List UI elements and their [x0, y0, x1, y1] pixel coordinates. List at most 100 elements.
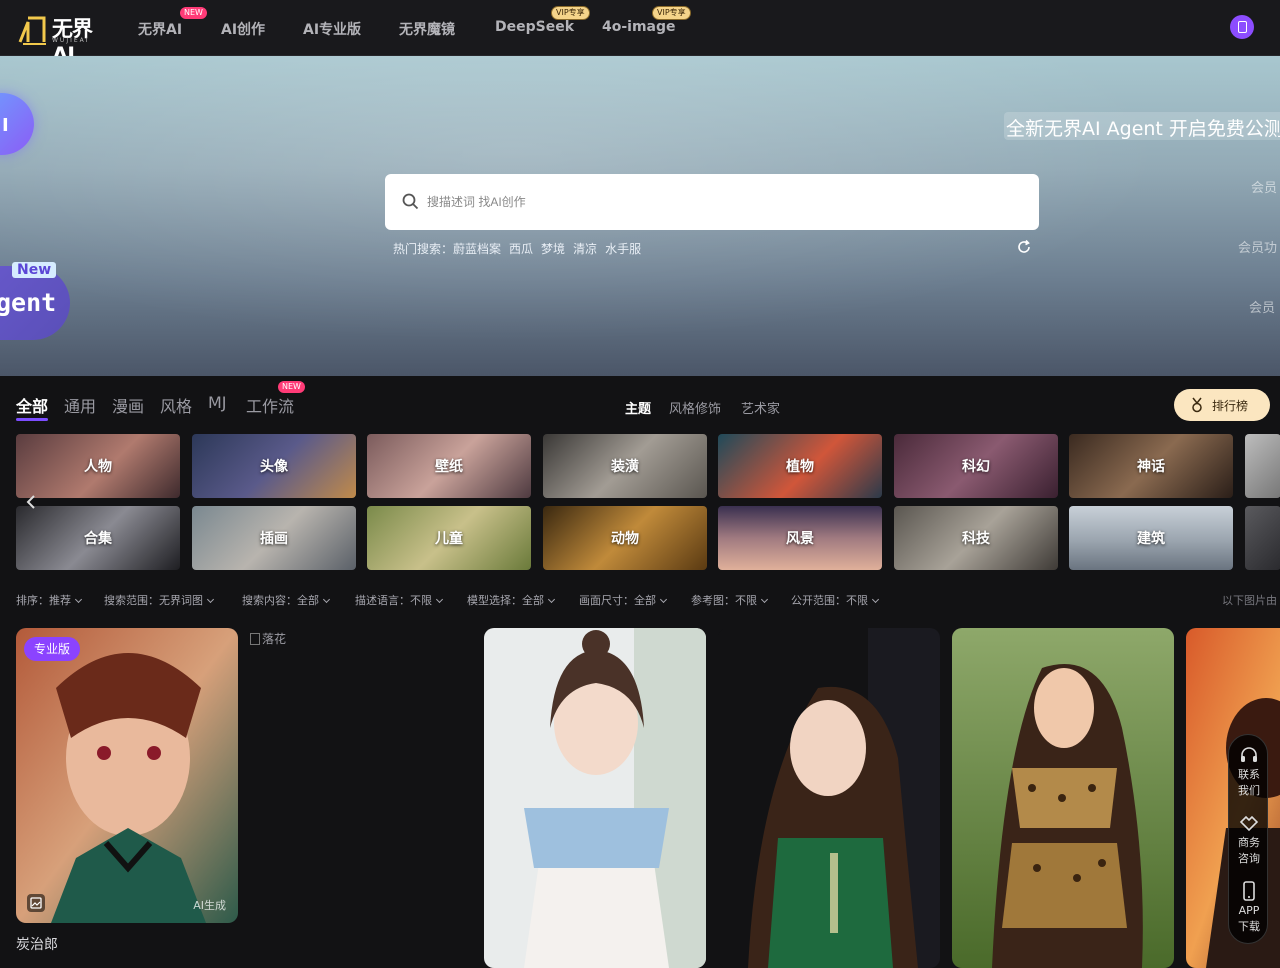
gallery-card[interactable] [484, 628, 706, 968]
tile-label: 人物 [84, 459, 112, 475]
nav-vip-badge: VIP专享 [551, 6, 590, 20]
filter-model[interactable]: 模型选择：全部 [467, 592, 556, 608]
logo-subtext: WUJIEAI [52, 37, 90, 44]
broken-image[interactable]: 落花 [250, 630, 286, 647]
tile-label: 建筑 [1137, 531, 1165, 547]
image-icon[interactable] [26, 893, 46, 913]
tile-plants[interactable]: 植物 [718, 434, 882, 498]
filter-label: 描述语言：不限 [355, 594, 432, 607]
tile-architecture[interactable]: 建筑 [1069, 506, 1233, 570]
search-bar [385, 174, 1039, 230]
agent-new-text: gent [0, 288, 57, 317]
tile-technology[interactable]: 科技 [894, 506, 1058, 570]
contact-us-button[interactable]: 联系我们 [1229, 745, 1269, 799]
tile-scifi[interactable]: 科幻 [894, 434, 1058, 498]
filter-label: 参考图：不限 [691, 594, 757, 607]
tile-label: 装潢 [611, 459, 639, 475]
nav-item-4o-image[interactable]: 4o-image [602, 19, 676, 35]
handshake-icon [1239, 815, 1259, 832]
pro-badge: 专业版 [24, 637, 81, 661]
tile-label: 合集 [84, 531, 112, 547]
tab-mj[interactable]: MJ [208, 393, 227, 412]
tab-new-badge: NEW [278, 381, 305, 393]
tile-wallpaper[interactable]: 壁纸 [367, 434, 531, 498]
filter-language[interactable]: 描述语言：不限 [355, 592, 444, 608]
filter-reference[interactable]: 参考图：不限 [691, 592, 769, 608]
nav-item-deepseek[interactable]: DeepSeek [495, 19, 574, 35]
app-download-label: APP下载 [1238, 904, 1260, 933]
leaderboard-button[interactable]: 排行榜 [1174, 389, 1270, 421]
tab-comic[interactable]: 漫画 [112, 393, 144, 417]
hot-search-tag[interactable]: 水手服 [605, 242, 641, 256]
filter-visibility[interactable]: 公开范围：不限 [791, 592, 880, 608]
filter-size[interactable]: 画面尺寸：全部 [579, 592, 668, 608]
tile-partial[interactable] [1245, 434, 1280, 498]
filter-label: 搜索内容：全部 [242, 594, 319, 607]
hot-search-tag[interactable]: 西瓜 [509, 242, 533, 256]
tile-avatar[interactable]: 头像 [192, 434, 356, 498]
gallery-card[interactable]: 专业版 AI生成 [16, 628, 238, 923]
hero-side-line: 会员 [1251, 181, 1278, 196]
ai-generated-label: AI生成 [193, 899, 226, 912]
filter-sort[interactable]: 排序：推荐 [16, 592, 83, 608]
business-inquiry-button[interactable]: 商务咨询 [1229, 813, 1269, 867]
tile-collection[interactable]: 合集 [16, 506, 180, 570]
chevron-left-icon[interactable] [20, 490, 44, 514]
subtab-artist[interactable]: 艺术家 [741, 398, 780, 417]
filter-content[interactable]: 搜索内容：全部 [242, 592, 331, 608]
hero-side-line: 会员 [1249, 301, 1276, 316]
subtab-theme[interactable]: 主题 [625, 398, 651, 417]
tab-all[interactable]: 全部 [16, 393, 48, 417]
tile-label: 插画 [260, 531, 288, 547]
hot-search-tag[interactable]: 梦境 [541, 242, 565, 256]
agent-new-badge: New [12, 262, 57, 278]
hot-searches: 热门搜索：蔚蓝档案 西瓜 梦境 清凉 水手服 [393, 240, 641, 257]
tile-label: 神话 [1137, 459, 1165, 475]
tab-style[interactable]: 风格 [160, 393, 192, 417]
search-input[interactable] [427, 188, 1017, 216]
tile-children[interactable]: 儿童 [367, 506, 531, 570]
logo[interactable]: 无界AI WUJIEAI [18, 12, 102, 67]
nav-item-ai-create[interactable]: AI创作 [221, 19, 265, 39]
tile-people[interactable]: 人物 [16, 434, 180, 498]
filter-label: 搜索范围：无界词图 [104, 594, 203, 607]
tile-partial[interactable] [1245, 506, 1280, 570]
chevron-down-icon [760, 595, 769, 604]
gallery-card[interactable] [952, 628, 1174, 968]
app-download-button[interactable]: APP下载 [1229, 881, 1269, 935]
tile-label: 头像 [260, 459, 288, 475]
card-title[interactable]: 炭治郎 [16, 934, 58, 954]
tab-active-indicator [16, 418, 48, 421]
broken-image-icon [250, 633, 260, 645]
chevron-down-icon [206, 595, 215, 604]
filter-scope[interactable]: 搜索范围：无界词图 [104, 592, 215, 608]
nav-item-ai-pro[interactable]: AI专业版 [303, 19, 361, 39]
tile-scenery[interactable]: 风景 [718, 506, 882, 570]
business-inquiry-label: 商务咨询 [1238, 836, 1260, 865]
nav-item-magic-mirror[interactable]: 无界魔镜 [399, 19, 455, 39]
chevron-down-icon [547, 595, 556, 604]
tile-illustration[interactable]: 插画 [192, 506, 356, 570]
tab-workflow[interactable]: 工作流 [246, 393, 294, 417]
tile-animals[interactable]: 动物 [543, 506, 707, 570]
chevron-down-icon [74, 595, 83, 604]
tile-myth[interactable]: 神话 [1069, 434, 1233, 498]
tile-decor[interactable]: 装潢 [543, 434, 707, 498]
filter-label: 模型选择：全部 [467, 594, 544, 607]
gallery-card[interactable] [718, 628, 940, 968]
filter-label: 画面尺寸：全部 [579, 594, 656, 607]
phone-icon [1243, 881, 1255, 901]
hot-search-label: 热门搜索： [393, 242, 454, 256]
tab-general[interactable]: 通用 [64, 393, 96, 417]
nav-item-wujie-ai[interactable]: 无界AI [138, 19, 182, 39]
subtab-style-modifier[interactable]: 风格修饰 [669, 398, 721, 417]
tile-label: 风景 [786, 531, 814, 547]
agent-bubble-text: I [2, 115, 9, 136]
hero-banner: I New gent 全新无界AI Agent 开启免费公测 会员 会员功 会员… [0, 56, 1280, 376]
hot-search-tag[interactable]: 蔚蓝档案 [453, 242, 501, 256]
headset-icon [1241, 747, 1257, 762]
hot-search-tag[interactable]: 清凉 [573, 242, 597, 256]
refresh-icon[interactable] [1016, 239, 1032, 255]
search-icon[interactable] [402, 193, 419, 210]
user-phone-icon[interactable] [1230, 15, 1254, 39]
